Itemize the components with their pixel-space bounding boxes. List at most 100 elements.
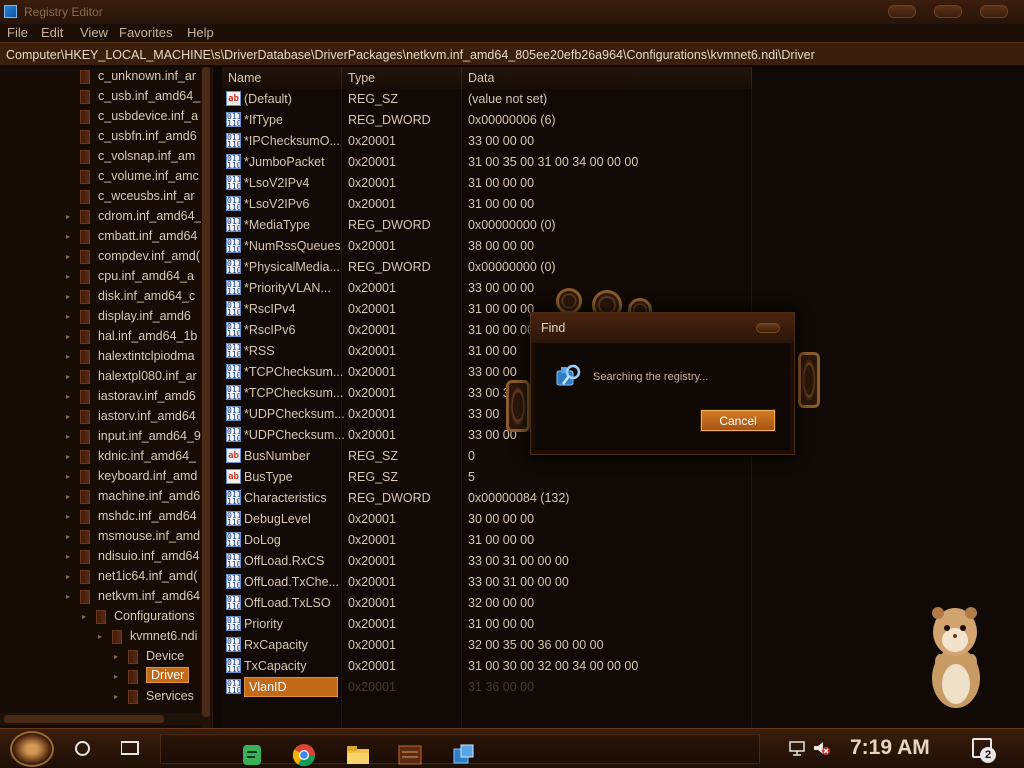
- registry-value-row[interactable]: 011 110 *IPChecksumO... 0x20001 33 00 00 00: [222, 131, 1024, 152]
- notes-app-icon[interactable]: [239, 743, 265, 767]
- registry-value-row[interactable]: ab BusType REG_SZ 5: [222, 467, 1024, 488]
- value-type: 0x20001: [348, 323, 396, 337]
- registry-value-row[interactable]: 011 110 *PhysicalMedia... REG_DWORD 0x00000…: [222, 257, 1024, 278]
- registry-value-row[interactable]: 011 110 *PriorityVLAN... 0x20001 33 00 00 0…: [222, 278, 1024, 299]
- expand-arrow-icon[interactable]: ▸: [66, 432, 73, 441]
- find-dialog-title: Find: [531, 313, 794, 343]
- registry-value-row[interactable]: 011 110 Priority 0x20001 31 00 00 00: [222, 614, 1024, 635]
- expand-arrow-icon[interactable]: ▸: [66, 252, 73, 261]
- registry-value-row[interactable]: 011 110 VlanID 0x20001 31 36 00 00: [222, 677, 1024, 698]
- expand-arrow-icon[interactable]: ▸: [114, 652, 121, 661]
- expand-arrow-icon[interactable]: ▸: [66, 292, 73, 301]
- registry-value-row[interactable]: 011 110 *IfType REG_DWORD 0x00000006 (6): [222, 110, 1024, 131]
- expand-arrow-icon[interactable]: ▸: [66, 532, 73, 541]
- network-icon[interactable]: [788, 740, 806, 756]
- tree-item-label: Driver: [146, 667, 190, 683]
- taskbar-clock[interactable]: 7:19 AM: [850, 736, 930, 760]
- binary-value-icon: 011 110: [226, 427, 241, 442]
- expand-arrow-icon[interactable]: ▸: [66, 392, 73, 401]
- task-view-icon[interactable]: [121, 741, 139, 755]
- value-data: 33 00: [468, 407, 500, 421]
- file-explorer-icon[interactable]: [345, 743, 371, 767]
- registry-value-row[interactable]: 011 110 DoLog 0x20001 31 00 00 00: [222, 530, 1024, 551]
- expand-arrow-icon[interactable]: ▸: [66, 452, 73, 461]
- expand-arrow-icon[interactable]: ▸: [114, 692, 121, 701]
- tree-item-label: ndisuio.inf_amd64: [98, 549, 200, 563]
- menu-file[interactable]: File: [7, 25, 28, 40]
- binary-value-icon: 011 110: [226, 532, 241, 547]
- column-header-name[interactable]: Name: [222, 67, 342, 89]
- value-name: *IfType: [244, 113, 283, 127]
- value-type: 0x20001: [348, 596, 396, 610]
- expand-arrow-icon[interactable]: ▸: [66, 592, 73, 601]
- expand-arrow-icon[interactable]: ▸: [66, 472, 73, 481]
- expand-arrow-icon[interactable]: ▸: [66, 372, 73, 381]
- tree-hscroll-thumb[interactable]: [4, 715, 164, 723]
- expand-arrow-icon[interactable]: ▸: [114, 672, 121, 681]
- registry-value-row[interactable]: 011 110 Characteristics REG_DWORD 0x0000008…: [222, 488, 1024, 509]
- tree-item-label: Device: [146, 649, 185, 663]
- maximize-button[interactable]: [934, 5, 962, 18]
- expand-arrow-icon[interactable]: ▸: [66, 212, 73, 221]
- menu-favorites[interactable]: Favorites: [119, 25, 172, 40]
- expand-arrow-icon[interactable]: ▸: [66, 572, 73, 581]
- chrome-icon[interactable]: [291, 743, 317, 767]
- expand-arrow-icon[interactable]: ▸: [66, 512, 73, 521]
- expand-arrow-icon[interactable]: ▸: [82, 612, 89, 621]
- value-type: 0x20001: [348, 575, 396, 589]
- value-name: Characteristics: [244, 491, 327, 505]
- registry-value-row[interactable]: 011 110 DebugLevel 0x20001 30 00 00 00: [222, 509, 1024, 530]
- value-data: 31 00 35 00 31 00 34 00 00 00: [468, 155, 639, 169]
- minimize-button[interactable]: [888, 5, 916, 18]
- expand-arrow-icon[interactable]: ▸: [66, 552, 73, 561]
- media-app-icon[interactable]: [397, 743, 423, 767]
- value-name: OffLoad.RxCS: [244, 554, 325, 568]
- menu-edit[interactable]: Edit: [41, 25, 63, 40]
- tree-vscroll-thumb[interactable]: [202, 67, 210, 717]
- registry-value-row[interactable]: 011 110 *LsoV2IPv4 0x20001 31 00 00 00: [222, 173, 1024, 194]
- tree-horizontal-scrollbar[interactable]: [0, 713, 201, 725]
- tree-item-label: Services: [146, 689, 194, 703]
- value-name: DoLog: [244, 533, 281, 547]
- registry-value-row[interactable]: ab (Default) REG_SZ (value not set): [222, 89, 1024, 110]
- start-button[interactable]: [10, 731, 54, 767]
- registry-value-row[interactable]: 011 110 *JumboPacket 0x20001 31 00 35 00 31…: [222, 152, 1024, 173]
- column-header-data[interactable]: Data: [462, 67, 752, 89]
- expand-arrow-icon[interactable]: ▸: [66, 412, 73, 421]
- volume-muted-icon[interactable]: [812, 740, 830, 756]
- find-dialog-close-button[interactable]: [756, 323, 780, 333]
- registry-value-row[interactable]: 011 110 *MediaType REG_DWORD 0x00000000 (0): [222, 215, 1024, 236]
- folder-icon: [128, 690, 138, 704]
- expand-arrow-icon[interactable]: ▸: [66, 272, 73, 281]
- registry-value-row[interactable]: 011 110 *NumRssQueues 0x20001 38 00 00 00: [222, 236, 1024, 257]
- registry-value-row[interactable]: 011 110 RxCapacity 0x20001 32 00 35 00 36 0…: [222, 635, 1024, 656]
- registry-editor-icon[interactable]: [451, 743, 477, 767]
- expand-arrow-icon[interactable]: ▸: [98, 632, 105, 641]
- registry-value-row[interactable]: 011 110 *LsoV2IPv6 0x20001 31 00 00 00: [222, 194, 1024, 215]
- expand-arrow-icon[interactable]: ▸: [66, 312, 73, 321]
- menu-help[interactable]: Help: [187, 25, 214, 40]
- expand-arrow-icon[interactable]: ▸: [66, 232, 73, 241]
- expand-arrow-icon[interactable]: ▸: [66, 492, 73, 501]
- address-bar[interactable]: Computer\HKEY_LOCAL_MACHINE\s\DriverData…: [0, 42, 1024, 66]
- search-circle-icon[interactable]: [75, 741, 90, 756]
- value-data: 30 00 00 00: [468, 512, 535, 526]
- close-button[interactable]: [980, 5, 1008, 18]
- tree-vertical-scrollbar[interactable]: [201, 67, 211, 728]
- value-type: 0x20001: [348, 176, 396, 190]
- cancel-button[interactable]: Cancel: [701, 410, 775, 431]
- column-header-type[interactable]: Type: [342, 67, 462, 89]
- folder-icon: [80, 550, 90, 564]
- registry-value-row[interactable]: 011 110 OffLoad.TxChe... 0x20001 33 00 31 0…: [222, 572, 1024, 593]
- value-type: 0x20001: [348, 680, 396, 694]
- value-name: OffLoad.TxChe...: [244, 575, 339, 589]
- binary-value-icon: 011 110: [226, 217, 241, 232]
- expand-arrow-icon[interactable]: ▸: [66, 332, 73, 341]
- menu-view[interactable]: View: [80, 25, 108, 40]
- registry-value-row[interactable]: 011 110 OffLoad.TxLSO 0x20001 32 00 00 00: [222, 593, 1024, 614]
- tree-item-label: cdrom.inf_amd64_: [98, 209, 202, 223]
- tree-item-label: c_usb.inf_amd64_: [98, 89, 201, 103]
- registry-value-row[interactable]: 011 110 OffLoad.RxCS 0x20001 33 00 31 00 00…: [222, 551, 1024, 572]
- registry-value-row[interactable]: 011 110 TxCapacity 0x20001 31 00 30 00 32 0…: [222, 656, 1024, 677]
- expand-arrow-icon[interactable]: ▸: [66, 352, 73, 361]
